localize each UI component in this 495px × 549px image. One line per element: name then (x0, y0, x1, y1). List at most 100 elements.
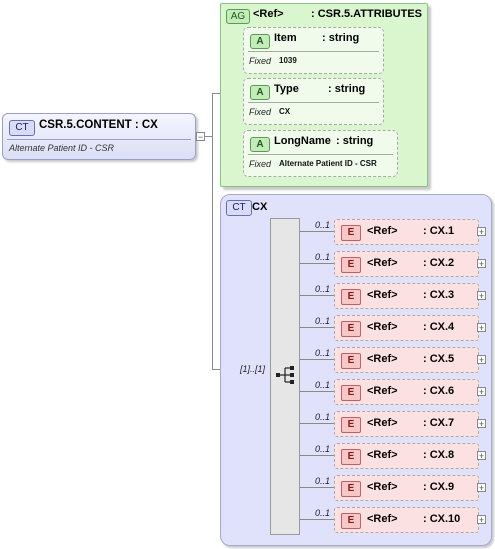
element-icon: E (341, 449, 361, 465)
element-name: : CX.4 (423, 321, 455, 333)
attribute-type: : string (336, 135, 374, 147)
attribute-name: LongName (274, 135, 331, 147)
element-item[interactable]: E <Ref> : CX.9 (334, 475, 479, 501)
attribute-group-icon: AG (226, 9, 250, 24)
expand-toggle-icon[interactable]: + (477, 323, 486, 333)
expand-toggle-icon[interactable]: + (477, 387, 486, 397)
attribute-name: Item (274, 32, 297, 44)
element-item[interactable]: E <Ref> : CX.3 (334, 283, 479, 309)
expand-toggle-icon[interactable]: + (477, 515, 486, 525)
attribute-icon: A (250, 34, 270, 49)
attribute-type-attr[interactable]: A Type : string Fixed CX (243, 78, 384, 125)
fixed-label: Fixed (249, 159, 272, 169)
element-ref: <Ref> (367, 385, 398, 397)
attribute-type: : string (328, 83, 366, 95)
element-occurrence: 0..1 (315, 476, 331, 486)
attribute-longname[interactable]: A LongName : string Fixed Alternate Pati… (243, 130, 398, 177)
attribute-icon: A (250, 85, 270, 100)
expand-toggle-icon[interactable]: + (477, 451, 486, 461)
element-connector (300, 391, 334, 392)
element-icon: E (341, 353, 361, 369)
fixed-label: Fixed (249, 56, 272, 66)
element-icon: E (341, 289, 361, 305)
complex-type-icon: CT (9, 120, 35, 136)
element-occurrence: 0..1 (315, 284, 331, 294)
element-connector (300, 487, 334, 488)
element-name: : CX.2 (423, 257, 455, 269)
element-icon: E (341, 257, 361, 273)
element-ref: <Ref> (367, 257, 398, 269)
root-element-box[interactable]: CT CSR.5.CONTENT : CX Alternate Patient … (2, 113, 196, 160)
fixed-value: 1039 (279, 56, 297, 65)
attribute-group-ref: <Ref> (253, 8, 284, 20)
element-occurrence: 0..1 (315, 316, 331, 326)
root-documentation: Alternate Patient ID - CSR (9, 143, 115, 153)
expand-toggle-icon[interactable]: + (477, 419, 486, 429)
attribute-name: Type (274, 83, 299, 95)
collapse-toggle-icon[interactable]: − (196, 132, 205, 142)
fixed-label: Fixed (249, 107, 272, 117)
element-connector (300, 327, 334, 328)
sequence-icon[interactable] (276, 366, 296, 384)
element-occurrence: 0..1 (315, 444, 331, 454)
divider (248, 102, 379, 103)
element-ref: <Ref> (367, 289, 398, 301)
element-name: : CX.7 (423, 417, 455, 429)
element-name: : CX.9 (423, 481, 455, 493)
element-connector (300, 519, 334, 520)
element-occurrence: 0..1 (315, 220, 331, 230)
attribute-type: : string (322, 32, 360, 44)
element-occurrence: 0..1 (315, 508, 331, 518)
element-item[interactable]: E <Ref> : CX.4 (334, 315, 479, 341)
fixed-value: CX (279, 107, 291, 116)
element-icon: E (341, 225, 361, 241)
element-occurrence: 0..1 (315, 380, 331, 390)
divider (248, 51, 379, 52)
complex-type-icon: CT (226, 200, 252, 216)
element-item[interactable]: E <Ref>: CX.10 (334, 507, 479, 533)
divider (248, 154, 393, 155)
element-ref: <Ref> (367, 321, 398, 333)
sequence-occurrence: [1]..[1] (240, 364, 266, 374)
element-item[interactable]: E <Ref> : CX.8 (334, 443, 479, 469)
expand-toggle-icon[interactable]: + (477, 483, 486, 493)
element-name: : CX.5 (423, 353, 455, 365)
element-name: : CX.8 (423, 449, 455, 461)
element-connector (300, 423, 334, 424)
root-element-title: CSR.5.CONTENT : CX (39, 119, 158, 131)
attribute-icon: A (250, 137, 270, 152)
element-item[interactable]: E <Ref> : CX.1 (334, 219, 479, 245)
element-occurrence: 0..1 (315, 412, 331, 422)
attribute-item[interactable]: A Item : string Fixed 1039 (243, 27, 384, 74)
element-occurrence: 0..1 (315, 252, 331, 262)
element-item[interactable]: E <Ref> : CX.2 (334, 251, 479, 277)
expand-toggle-icon[interactable]: + (477, 259, 486, 269)
element-ref: <Ref> (367, 481, 398, 493)
element-icon: E (341, 481, 361, 497)
element-connector (300, 263, 334, 264)
element-ref: <Ref> (367, 225, 398, 237)
element-name: : CX.3 (423, 289, 455, 301)
element-item[interactable]: E <Ref> : CX.6 (334, 379, 479, 405)
expand-toggle-icon[interactable]: + (477, 355, 486, 365)
element-icon: E (341, 385, 361, 401)
element-connector (300, 359, 334, 360)
element-name: : CX.1 (423, 225, 455, 237)
element-icon: E (341, 417, 361, 433)
attribute-group-name: : CSR.5.ATTRIBUTES (311, 8, 423, 20)
element-occurrence: 0..1 (315, 348, 331, 358)
element-connector (300, 231, 334, 232)
complex-type-name: CX (252, 201, 268, 213)
element-ref: <Ref> (367, 353, 398, 365)
element-icon: E (341, 321, 361, 337)
divider (7, 139, 191, 140)
element-item[interactable]: E <Ref> : CX.5 (334, 347, 479, 373)
element-item[interactable]: E <Ref> : CX.7 (334, 411, 479, 437)
expand-toggle-icon[interactable]: + (477, 227, 486, 237)
expand-toggle-icon[interactable]: + (477, 291, 486, 301)
element-connector (300, 295, 334, 296)
element-ref: <Ref> (367, 417, 398, 429)
element-ref: <Ref> (367, 449, 398, 461)
element-connector (300, 455, 334, 456)
element-name: : CX.6 (423, 385, 455, 397)
